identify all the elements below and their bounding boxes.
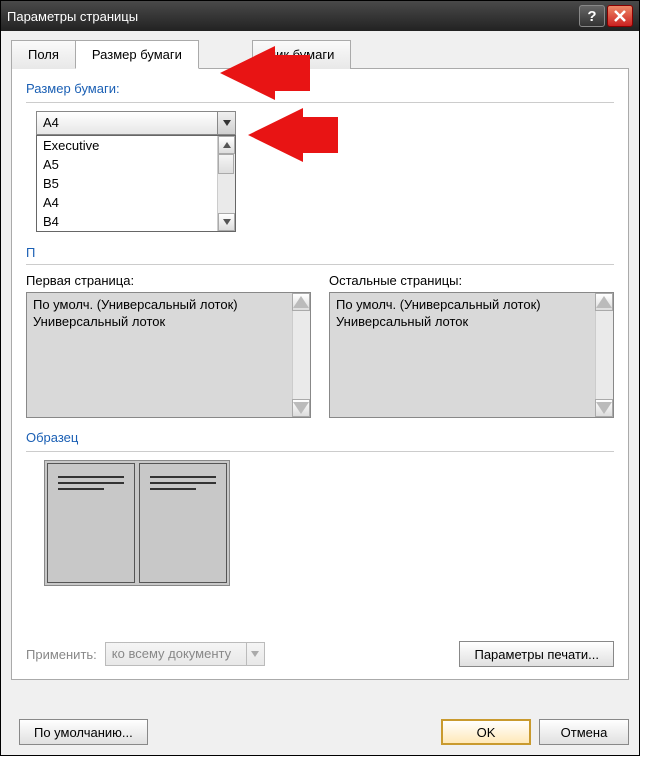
chevron-down-icon xyxy=(223,120,231,126)
close-button[interactable] xyxy=(607,5,633,27)
paper-size-dropdown[interactable]: Executive A5 B5 A4 B4 xyxy=(36,135,236,232)
first-page-column: Первая страница: По умолч. (Универсальны… xyxy=(26,273,311,418)
tab-fields[interactable]: Поля xyxy=(11,40,76,69)
sample-group: Образец xyxy=(26,430,614,586)
tab-paper-size[interactable]: Размер бумаги xyxy=(75,40,199,69)
scroll-up-button[interactable] xyxy=(218,136,235,154)
divider xyxy=(26,264,614,265)
divider xyxy=(26,451,614,452)
list-item[interactable]: Универсальный лоток xyxy=(336,313,593,330)
cancel-button[interactable]: Отмена xyxy=(539,719,629,745)
chevron-down-icon xyxy=(223,219,231,225)
chevron-up-icon xyxy=(223,142,231,148)
apply-to-combo[interactable]: ко всему документу xyxy=(105,642,265,666)
option-b5[interactable]: B5 xyxy=(37,174,235,193)
annotation-arrow-icon xyxy=(248,104,338,164)
scroll-up-button[interactable] xyxy=(595,293,613,311)
apply-to-label: Применить: xyxy=(26,647,97,662)
scroll-thumb[interactable] xyxy=(218,154,234,174)
tray-group-label-partial: П xyxy=(26,245,614,260)
listbox-scrollbar[interactable] xyxy=(595,293,613,417)
ok-button[interactable]: OK xyxy=(441,719,531,745)
print-params-button[interactable]: Параметры печати... xyxy=(459,641,614,667)
titlebar-title: Параметры страницы xyxy=(7,9,577,24)
other-pages-column: Остальные страницы: По умолч. (Универсал… xyxy=(329,273,614,418)
chevron-up-icon xyxy=(293,296,309,308)
option-b4[interactable]: B4 xyxy=(37,212,235,231)
list-item[interactable]: По умолч. (Универсальный лоток) xyxy=(33,296,290,313)
combo-dropdown-button[interactable] xyxy=(246,643,264,665)
scroll-down-button[interactable] xyxy=(218,213,235,231)
scroll-down-button[interactable] xyxy=(595,399,613,417)
chevron-down-icon xyxy=(251,651,259,657)
listbox-scrollbar[interactable] xyxy=(292,293,310,417)
other-pages-listbox[interactable]: По умолч. (Универсальный лоток) Универса… xyxy=(329,292,614,418)
sample-label: Образец xyxy=(26,430,614,445)
annotation-arrow-icon xyxy=(220,42,310,102)
titlebar: Параметры страницы ? xyxy=(1,1,639,31)
list-item[interactable]: По умолч. (Универсальный лоток) xyxy=(336,296,593,313)
chevron-down-icon xyxy=(596,402,612,414)
option-executive[interactable]: Executive xyxy=(37,136,235,155)
first-page-listbox[interactable]: По умолч. (Универсальный лоток) Универса… xyxy=(26,292,311,418)
option-a4[interactable]: A4 xyxy=(37,193,235,212)
preview-page-left xyxy=(47,463,135,583)
first-page-label: Первая страница: xyxy=(26,273,311,288)
dialog-footer: По умолчанию... OK Отмена xyxy=(11,719,629,745)
scroll-up-button[interactable] xyxy=(292,293,310,311)
tray-row: Первая страница: По умолч. (Универсальны… xyxy=(26,273,614,418)
list-item[interactable]: Универсальный лоток xyxy=(33,313,290,330)
chevron-down-icon xyxy=(293,402,309,414)
tab-strip: Поля Размер бумаги ник бумаги xyxy=(11,39,629,68)
option-a5[interactable]: A5 xyxy=(37,155,235,174)
combo-dropdown-button[interactable] xyxy=(217,112,235,134)
paper-size-combo[interactable]: A4 xyxy=(36,111,236,135)
preview-page-right xyxy=(139,463,227,583)
paper-size-value: A4 xyxy=(37,112,217,134)
other-pages-label: Остальные страницы: xyxy=(329,273,614,288)
dropdown-scrollbar[interactable] xyxy=(217,136,235,231)
scroll-down-button[interactable] xyxy=(292,399,310,417)
help-button[interactable]: ? xyxy=(579,5,605,27)
chevron-up-icon xyxy=(596,296,612,308)
close-icon xyxy=(613,9,627,23)
panel-bottom-row: Применить: ко всему документу Параметры … xyxy=(26,641,614,667)
paper-size-group-label: Размер бумаги: xyxy=(26,81,614,96)
sample-preview xyxy=(44,460,230,586)
divider xyxy=(26,102,614,103)
default-button[interactable]: По умолчанию... xyxy=(19,719,148,745)
apply-to-value: ко всему документу xyxy=(106,643,246,665)
